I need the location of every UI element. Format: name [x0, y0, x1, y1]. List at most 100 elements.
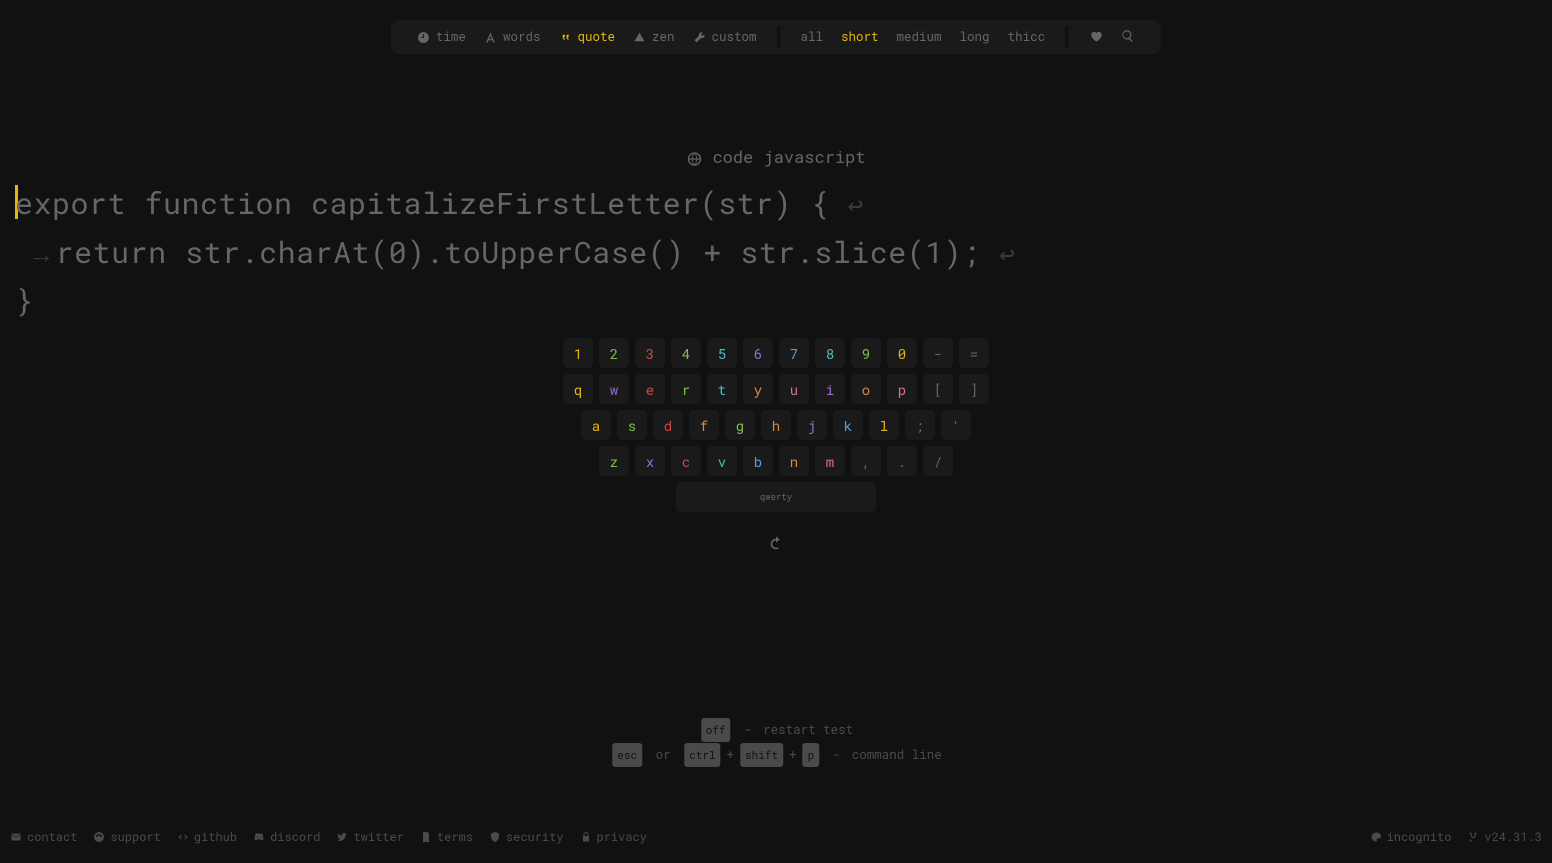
config-divider	[1065, 26, 1069, 48]
footer-github[interactable]: github	[177, 829, 237, 845]
keycap-ctrl: ctrl	[684, 743, 720, 767]
mode-zen[interactable]: zen	[633, 29, 675, 45]
typing-area[interactable]: export function capitalizeFirstLetter(st…	[15, 180, 1537, 326]
keymap-key: 7	[779, 338, 809, 368]
keymap-key: m	[815, 446, 845, 476]
a-icon	[484, 31, 497, 44]
keycap-p: p	[803, 743, 820, 767]
typing-line-2: return str.charAt(0).toUpperCase() + str…	[56, 233, 981, 272]
keymap-key: i	[815, 374, 845, 404]
length-long[interactable]: long	[960, 29, 990, 45]
footer-contact[interactable]: contact	[10, 829, 77, 845]
hint-restart: off - restart test	[610, 718, 941, 743]
keycap-shift: shift	[740, 743, 783, 767]
keycap-off: off	[701, 718, 731, 742]
keymap-key: v	[707, 446, 737, 476]
keymap-key: d	[653, 410, 683, 440]
keymap-key: u	[779, 374, 809, 404]
clock-icon	[417, 31, 430, 44]
length-medium[interactable]: medium	[897, 29, 942, 45]
keymap-key: e	[635, 374, 665, 404]
keymap-key: y	[743, 374, 773, 404]
doc-icon	[420, 831, 432, 843]
keymap-key: t	[707, 374, 737, 404]
keymap-key: k	[833, 410, 863, 440]
hint-restart-label: restart test	[763, 722, 853, 738]
zen-icon	[633, 31, 646, 44]
test-config-bar: time words quote zen custom all short me…	[391, 20, 1161, 54]
typing-line-3: }	[15, 281, 34, 320]
keymap-key: 3	[635, 338, 665, 368]
keymap-key: q	[563, 374, 593, 404]
lock-icon	[580, 831, 592, 843]
extra-segment	[1077, 28, 1147, 47]
keymap-key: j	[797, 410, 827, 440]
keymap-key: h	[761, 410, 791, 440]
mode-time-label: time	[436, 29, 466, 45]
discord-icon	[253, 831, 265, 843]
keymap-key: -	[923, 338, 953, 368]
restart-icon	[767, 538, 785, 557]
support-icon	[93, 831, 105, 843]
mode-quote-label: quote	[577, 29, 615, 45]
keymap-key: 4	[671, 338, 701, 368]
globe-icon	[686, 149, 702, 165]
hint-commandline-label: command line	[852, 747, 942, 763]
keymap-key: c	[671, 446, 701, 476]
keymap-key: 8	[815, 338, 845, 368]
mode-words[interactable]: words	[484, 29, 541, 45]
code-icon	[177, 831, 189, 843]
search-icon	[1121, 29, 1135, 43]
length-all[interactable]: all	[801, 29, 824, 45]
keymap-key: /	[923, 446, 953, 476]
length-thicc[interactable]: thicc	[1008, 29, 1046, 45]
footer-incognito[interactable]: incognito	[1370, 829, 1452, 845]
footer: contact support github discord twitter t…	[10, 829, 1542, 845]
keymap-key: 5	[707, 338, 737, 368]
mode-zen-label: zen	[652, 29, 675, 45]
keymap-key: =	[959, 338, 989, 368]
mode-quote[interactable]: quote	[558, 29, 615, 45]
footer-terms[interactable]: terms	[420, 829, 473, 845]
favorite-button[interactable]	[1089, 28, 1103, 47]
footer-discord[interactable]: discord	[253, 829, 320, 845]
footer-security[interactable]: security	[489, 829, 564, 845]
footer-support[interactable]: support	[93, 829, 160, 845]
mail-icon	[10, 831, 22, 843]
keymap-key: 1	[563, 338, 593, 368]
shield-icon	[489, 831, 501, 843]
keymap-row: 1234567890-=	[563, 338, 989, 368]
mode-custom[interactable]: custom	[692, 29, 756, 45]
restart-button[interactable]	[767, 535, 785, 557]
keymap-row: asdfghjkl;'	[581, 410, 971, 440]
keycap-esc: esc	[612, 743, 642, 767]
indent-glyph: →	[34, 237, 50, 271]
keymap-key: o	[851, 374, 881, 404]
keymap-key: p	[887, 374, 917, 404]
mode-segment: time words quote zen custom	[405, 29, 769, 45]
keymap-key: b	[743, 446, 773, 476]
wrench-icon	[692, 31, 705, 44]
footer-privacy[interactable]: privacy	[580, 829, 647, 845]
footer-version[interactable]: v24.31.3	[1467, 829, 1542, 845]
keymap-key: x	[635, 446, 665, 476]
newline-glyph: ↩	[999, 237, 1015, 271]
newline-glyph: ↩	[848, 188, 864, 222]
keymap-key: a	[581, 410, 611, 440]
keymap-key: 0	[887, 338, 917, 368]
keyboard-hints: off - restart test esc or ctrl+shift+p -…	[610, 718, 941, 768]
footer-twitter[interactable]: twitter	[336, 829, 403, 845]
keymap-key: 6	[743, 338, 773, 368]
length-short[interactable]: short	[841, 29, 879, 45]
keymap-key: ;	[905, 410, 935, 440]
keymap-key: f	[689, 410, 719, 440]
keymap-row: zxcvbnm,./	[599, 446, 953, 476]
keymap-key: ,	[851, 446, 881, 476]
keymap-key: '	[941, 410, 971, 440]
search-button[interactable]	[1121, 28, 1135, 47]
keymap-key: l	[869, 410, 899, 440]
language-selector[interactable]: code javascript	[686, 145, 865, 168]
keymap-key: s	[617, 410, 647, 440]
mode-time[interactable]: time	[417, 29, 466, 45]
quote-icon	[558, 31, 571, 44]
